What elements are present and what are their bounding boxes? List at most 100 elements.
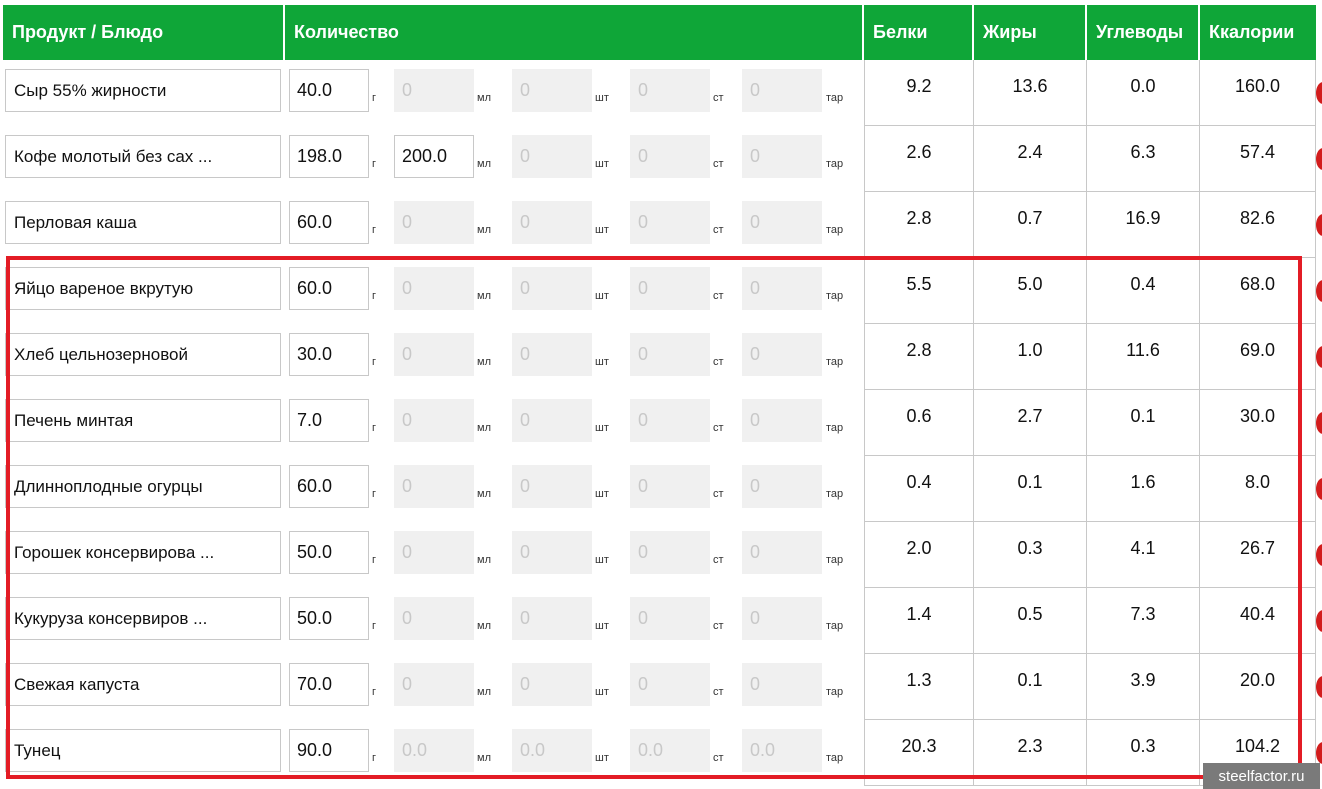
header-kcal-label: Ккалории bbox=[1209, 22, 1295, 42]
delete-row-icon[interactable] bbox=[1316, 214, 1322, 236]
qty-ml-input[interactable]: 200.0 bbox=[394, 135, 474, 178]
qty-pcs-input[interactable]: 0.0 bbox=[512, 729, 592, 772]
qty-st-input[interactable]: 0 bbox=[630, 531, 710, 574]
qty-ml-input[interactable]: 0 bbox=[394, 465, 474, 508]
carbs-cell: 16.9 bbox=[1087, 192, 1200, 258]
product-name-field[interactable]: Печень минтая bbox=[5, 399, 281, 442]
kcal-cell: 69.0 bbox=[1200, 324, 1316, 390]
header-fat: Жиры bbox=[974, 5, 1085, 60]
qty-st-input[interactable]: 0 bbox=[630, 333, 710, 376]
qty-ml-input[interactable]: 0 bbox=[394, 333, 474, 376]
delete-row-icon[interactable] bbox=[1316, 544, 1322, 566]
qty-ml-input[interactable]: 0 bbox=[394, 399, 474, 442]
qty-tar-input[interactable]: 0 bbox=[742, 399, 822, 442]
product-name-field[interactable]: Длинноплодные огурцы bbox=[5, 465, 281, 508]
qty-pcs-input[interactable]: 0 bbox=[512, 333, 592, 376]
kcal-cell: 40.4 bbox=[1200, 588, 1316, 654]
qty-ml-input[interactable]: 0 bbox=[394, 201, 474, 244]
qty-st-input[interactable]: 0 bbox=[630, 135, 710, 178]
qty-pcs-input[interactable]: 0 bbox=[512, 531, 592, 574]
unit-ml-label: мл bbox=[477, 356, 491, 368]
qty-ml-input[interactable]: 0 bbox=[394, 531, 474, 574]
qty-st-input[interactable]: 0 bbox=[630, 597, 710, 640]
qty-st-input[interactable]: 0 bbox=[630, 465, 710, 508]
product-name-field[interactable]: Свежая капуста bbox=[5, 663, 281, 706]
qty-tar-input[interactable]: 0 bbox=[742, 597, 822, 640]
delete-row-icon[interactable] bbox=[1316, 148, 1322, 170]
product-name-field[interactable]: Кофе молотый без сах ... bbox=[5, 135, 281, 178]
qty-tar-input[interactable]: 0 bbox=[742, 69, 822, 112]
qty-ml-input[interactable]: 0 bbox=[394, 663, 474, 706]
qty-g-input[interactable]: 70.0 bbox=[289, 663, 369, 706]
qty-pcs-input[interactable]: 0 bbox=[512, 69, 592, 112]
delete-row-icon[interactable] bbox=[1316, 478, 1322, 500]
qty-st-input[interactable]: 0 bbox=[630, 267, 710, 310]
unit-st-label: ст bbox=[713, 158, 724, 170]
protein-cell: 2.6 bbox=[864, 126, 974, 192]
qty-g-input[interactable]: 7.0 bbox=[289, 399, 369, 442]
qty-st-input[interactable]: 0 bbox=[630, 399, 710, 442]
qty-g-input[interactable]: 50.0 bbox=[289, 597, 369, 640]
product-name-field[interactable]: Хлеб цельнозерновой bbox=[5, 333, 281, 376]
product-name-field[interactable]: Яйцо вареное вкрутую bbox=[5, 267, 281, 310]
qty-tar-input[interactable]: 0 bbox=[742, 465, 822, 508]
qty-g-input[interactable]: 198.0 bbox=[289, 135, 369, 178]
qty-tar-input[interactable]: 0 bbox=[742, 267, 822, 310]
qty-pcs-input[interactable]: 0 bbox=[512, 663, 592, 706]
unit-st-label: ст bbox=[713, 620, 724, 632]
qty-g-input[interactable]: 60.0 bbox=[289, 465, 369, 508]
qty-g-input[interactable]: 60.0 bbox=[289, 201, 369, 244]
unit-ml-label: мл bbox=[477, 686, 491, 698]
qty-g-input[interactable]: 40.0 bbox=[289, 69, 369, 112]
unit-st-label: ст bbox=[713, 290, 724, 302]
qty-st-input[interactable]: 0 bbox=[630, 201, 710, 244]
qty-tar-input[interactable]: 0 bbox=[742, 663, 822, 706]
qty-g-input[interactable]: 50.0 bbox=[289, 531, 369, 574]
qty-tar-input[interactable]: 0 bbox=[742, 201, 822, 244]
carbs-cell: 0.3 bbox=[1087, 720, 1200, 786]
qty-tar-input[interactable]: 0 bbox=[742, 531, 822, 574]
carbs-cell: 3.9 bbox=[1087, 654, 1200, 720]
qty-g-input[interactable]: 30.0 bbox=[289, 333, 369, 376]
qty-ml-input[interactable]: 0 bbox=[394, 597, 474, 640]
qty-ml-input[interactable]: 0 bbox=[394, 267, 474, 310]
qty-st-input[interactable]: 0.0 bbox=[630, 729, 710, 772]
unit-pcs-label: шт bbox=[595, 752, 609, 764]
qty-ml-input[interactable]: 0.0 bbox=[394, 729, 474, 772]
product-name-field[interactable]: Сыр 55% жирности bbox=[5, 69, 281, 112]
qty-g-input[interactable]: 90.0 bbox=[289, 729, 369, 772]
kcal-cell: 57.4 bbox=[1200, 126, 1316, 192]
delete-row-icon[interactable] bbox=[1316, 280, 1322, 302]
unit-st-label: ст bbox=[713, 752, 724, 764]
delete-row-icon[interactable] bbox=[1316, 346, 1322, 368]
product-name-field[interactable]: Тунец bbox=[5, 729, 281, 772]
qty-tar-input[interactable]: 0.0 bbox=[742, 729, 822, 772]
table-row: Тунец 90.0 г 0.0 мл 0.0 шт 0.0 ст 0.0 тар 20.3 2.3 0.… bbox=[0, 720, 1322, 786]
qty-pcs-input[interactable]: 0 bbox=[512, 597, 592, 640]
product-name-field[interactable]: Перловая каша bbox=[5, 201, 281, 244]
qty-g-input[interactable]: 60.0 bbox=[289, 267, 369, 310]
carbs-cell: 11.6 bbox=[1087, 324, 1200, 390]
qty-pcs-input[interactable]: 0 bbox=[512, 135, 592, 178]
qty-tar-input[interactable]: 0 bbox=[742, 333, 822, 376]
qty-st-input[interactable]: 0 bbox=[630, 69, 710, 112]
kcal-cell: 20.0 bbox=[1200, 654, 1316, 720]
delete-row-icon[interactable] bbox=[1316, 742, 1322, 764]
delete-row-icon[interactable] bbox=[1316, 676, 1322, 698]
unit-tar-label: тар bbox=[826, 224, 844, 236]
delete-row-icon[interactable] bbox=[1316, 82, 1322, 104]
qty-ml-input[interactable]: 0 bbox=[394, 69, 474, 112]
qty-pcs-input[interactable]: 0 bbox=[512, 267, 592, 310]
qty-pcs-input[interactable]: 0 bbox=[512, 201, 592, 244]
qty-st-input[interactable]: 0 bbox=[630, 663, 710, 706]
qty-pcs-input[interactable]: 0 bbox=[512, 465, 592, 508]
delete-row-icon[interactable] bbox=[1316, 412, 1322, 434]
delete-row-icon[interactable] bbox=[1316, 610, 1322, 632]
qty-pcs-input[interactable]: 0 bbox=[512, 399, 592, 442]
unit-tar-label: тар bbox=[826, 554, 844, 566]
qty-tar-input[interactable]: 0 bbox=[742, 135, 822, 178]
header-fat-label: Жиры bbox=[983, 22, 1037, 42]
product-name-field[interactable]: Горошек консервирова ... bbox=[5, 531, 281, 574]
unit-pcs-label: шт bbox=[595, 224, 609, 236]
product-name-field[interactable]: Кукуруза консервиров ... bbox=[5, 597, 281, 640]
